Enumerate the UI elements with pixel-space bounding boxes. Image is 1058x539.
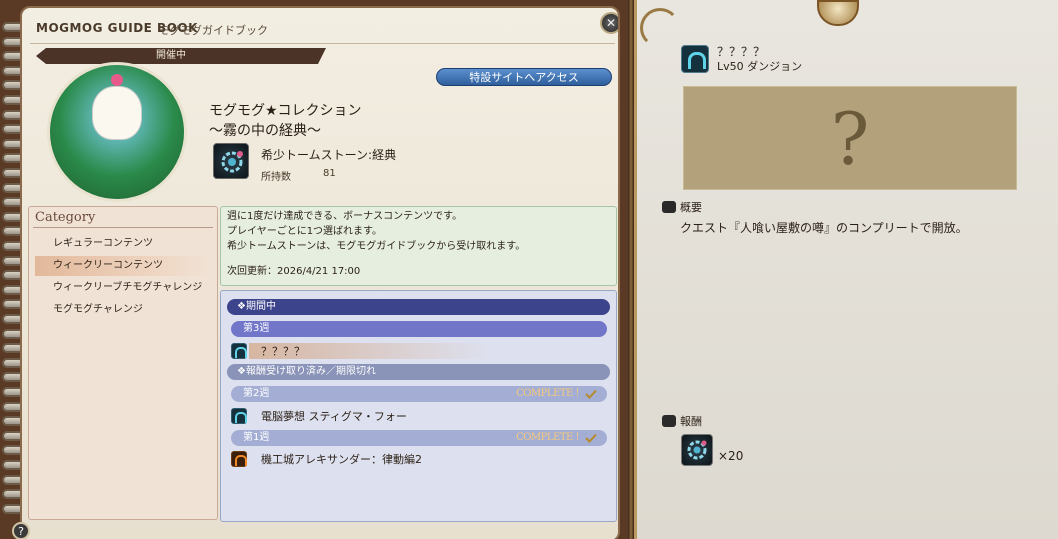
raid-icon <box>231 451 247 467</box>
content-list: ❖期間中 第3週 ？？？？ ❖報酬受け取り済み／期限切れ 第2週 COMPLET… <box>220 290 617 522</box>
question-icon: ? <box>830 97 870 181</box>
list-item[interactable]: 機工城アレキサンダー：律動編2 <box>261 451 422 467</box>
dungeon-icon <box>231 408 247 424</box>
summary-label: 概要 <box>680 201 702 214</box>
week-label: 第1週 <box>243 432 270 443</box>
special-site-button[interactable]: 特設サイトへアクセス <box>436 68 612 86</box>
help-icon[interactable]: ? <box>12 522 30 539</box>
reward-label: 報酬 <box>680 415 702 428</box>
section-header-active: ❖期間中 <box>227 299 610 315</box>
info-box: 週に1度だけ達成できる、ボーナスコンテンツです。 プレイヤーごとに1つ選ばれます… <box>220 206 617 286</box>
week-header: 第2週 COMPLETE ! <box>231 386 607 402</box>
complete-badge: COMPLETE ! <box>516 388 579 399</box>
dungeon-icon <box>231 343 247 359</box>
info-line: 週に1度だけ達成できる、ボーナスコンテンツです。 <box>227 211 463 222</box>
category-heading: Category <box>35 210 96 225</box>
moogle-icon <box>92 86 142 140</box>
category-item-regular[interactable]: レギュラーコンテンツ <box>35 234 215 254</box>
list-item[interactable]: ？？？？ <box>261 343 305 359</box>
check-icon <box>585 433 597 443</box>
tomestone-icon[interactable] <box>213 143 249 179</box>
guide-book-page: MOGMOG GUIDE BOOK モグモグガイドブック ✕ 開催中 特設サイト… <box>20 6 620 539</box>
category-divider <box>33 227 213 228</box>
complete-badge: COMPLETE ! <box>516 432 579 443</box>
held-count-value: 81 <box>323 168 336 179</box>
section-header-done: ❖報酬受け取り済み／期限切れ <box>227 364 610 380</box>
tomestone-icon[interactable] <box>681 434 713 466</box>
week-header: 第1週 COMPLETE ! <box>231 430 607 446</box>
event-title: モグモグ★コレクション <box>209 103 362 119</box>
corner-ornament <box>640 8 680 48</box>
moogle-pompom <box>111 74 123 86</box>
week-label: 第2週 <box>243 388 270 399</box>
detail-level: Lv50 ダンジョン <box>717 60 803 73</box>
week-header: 第3週 <box>231 321 607 337</box>
category-item-weekly[interactable]: ウィークリーコンテンツ <box>35 256 215 276</box>
dungeon-icon <box>681 45 709 73</box>
category-item-mogmog-challenge[interactable]: モグモグチャレンジ <box>35 300 215 320</box>
reward-count: ×20 <box>718 449 744 463</box>
info-line: 希少トームストーンは、モグモグガイドブックから受け取れます。 <box>227 241 526 252</box>
category-panel: Category レギュラーコンテンツ ウィークリーコンテンツ ウィークリーブチ… <box>28 206 218 520</box>
held-count-label: 所持数 <box>261 172 291 183</box>
check-icon <box>585 389 597 399</box>
summary-text: クエスト『人喰い屋敷の噂』のコンプリートで開放。 <box>680 221 968 235</box>
guide-book-window: MOGMOG GUIDE BOOK モグモグガイドブック ✕ 開催中 特設サイト… <box>0 0 628 539</box>
window-subtitle: モグモグガイドブック <box>158 24 268 37</box>
list-item[interactable]: 電脳夢想 スティグマ・フォー <box>261 408 407 424</box>
summary-icon <box>662 201 676 213</box>
status-banner: 開催中 <box>36 48 326 64</box>
close-icon[interactable]: ✕ <box>600 12 618 34</box>
tomestone-name: 希少トームストーン:経典 <box>261 148 397 162</box>
next-update: 次回更新：2026/4/21 17:00 <box>227 266 361 277</box>
info-line: プレイヤーごとに1つ選ばれます。 <box>227 226 383 237</box>
detail-image-placeholder: ? <box>683 86 1017 190</box>
category-item-weekly-challenge[interactable]: ウィークリーブチモグチャレンジ <box>35 278 215 298</box>
window-header: MOGMOG GUIDE BOOK モグモグガイドブック <box>30 12 615 44</box>
event-subtitle: ～霧の中の経典～ <box>209 123 321 139</box>
reward-icon <box>662 415 676 427</box>
